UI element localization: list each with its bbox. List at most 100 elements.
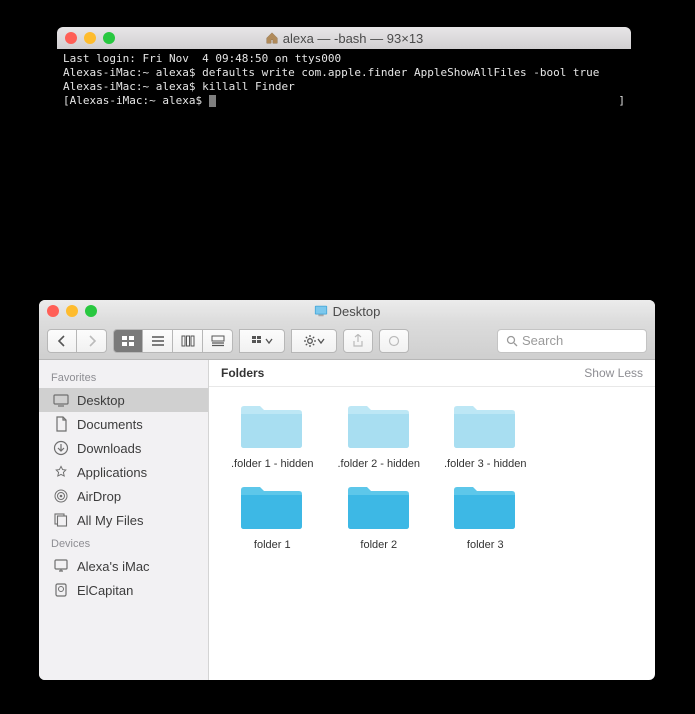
traffic-lights	[65, 32, 115, 44]
action-segment	[291, 329, 337, 353]
folder-icon	[450, 480, 520, 535]
finder-window: Desktop Search Favorites	[39, 300, 655, 680]
sidebar-item-desktop[interactable]: Desktop	[39, 388, 208, 412]
tags-button[interactable]	[379, 329, 409, 353]
sidebar-item-label: Downloads	[77, 441, 141, 456]
content-area: Folders Show Less .folder 1 - hidden .fo…	[209, 360, 655, 680]
coverflow-view-button[interactable]	[203, 329, 233, 353]
home-icon	[265, 31, 279, 45]
columns-icon	[181, 335, 195, 347]
finder-title: Desktop	[39, 304, 655, 319]
arrange-button[interactable]	[239, 329, 285, 353]
view-segment	[113, 329, 233, 353]
document-icon	[53, 416, 69, 432]
tag-icon	[387, 335, 401, 347]
search-placeholder: Search	[522, 333, 563, 348]
sidebar-item-label: AirDrop	[77, 489, 121, 504]
show-less-button[interactable]: Show Less	[584, 366, 643, 380]
sidebar-item-disk[interactable]: ElCapitan	[39, 578, 208, 602]
search-icon	[506, 335, 518, 347]
terminal-line: Alexas-iMac:~ alexa$ defaults write com.…	[63, 66, 625, 80]
sidebar-item-label: Applications	[77, 465, 147, 480]
traffic-lights	[47, 305, 97, 317]
sidebar-item-label: Desktop	[77, 393, 125, 408]
terminal-line: [Alexas-iMac:~ alexa$ ]	[63, 94, 625, 108]
arrange-segment	[239, 329, 285, 353]
allfiles-icon	[53, 512, 69, 528]
sidebar-item-label: All My Files	[77, 513, 143, 528]
folder-name: folder 2	[360, 539, 397, 551]
folder-item[interactable]: .folder 1 - hidden	[219, 399, 326, 470]
sidebar-item-applications[interactable]: Applications	[39, 460, 208, 484]
sidebar-item-airdrop[interactable]: AirDrop	[39, 484, 208, 508]
grid-icon	[121, 335, 135, 347]
folder-name: .folder 1 - hidden	[231, 458, 314, 470]
finder-toolbar: Search	[39, 322, 655, 360]
cursor	[209, 95, 216, 107]
share-button[interactable]	[343, 329, 373, 353]
desktop-icon	[314, 304, 328, 318]
close-button[interactable]	[47, 305, 59, 317]
sidebar-item-label: ElCapitan	[77, 583, 133, 598]
share-icon	[352, 334, 364, 348]
search-field[interactable]: Search	[497, 329, 647, 353]
disk-icon	[53, 582, 69, 598]
folder-icon	[237, 480, 307, 535]
airdrop-icon	[53, 488, 69, 504]
download-icon	[53, 440, 69, 456]
folder-item[interactable]: .folder 3 - hidden	[432, 399, 539, 470]
list-view-button[interactable]	[143, 329, 173, 353]
chevron-right-icon	[87, 335, 97, 347]
sidebar-item-documents[interactable]: Documents	[39, 412, 208, 436]
chevron-down-icon	[317, 335, 325, 347]
folder-name: folder 1	[254, 539, 291, 551]
group-label: Folders	[221, 366, 264, 380]
chevron-left-icon	[57, 335, 67, 347]
close-button[interactable]	[65, 32, 77, 44]
folder-item[interactable]: .folder 2 - hidden	[326, 399, 433, 470]
terminal-titlebar: alexa — -bash — 93×13	[57, 27, 631, 49]
minimize-button[interactable]	[66, 305, 78, 317]
icon-view-button[interactable]	[113, 329, 143, 353]
zoom-button[interactable]	[103, 32, 115, 44]
folder-grid[interactable]: .folder 1 - hidden .folder 2 - hidden .f…	[209, 387, 655, 680]
action-button[interactable]	[291, 329, 337, 353]
column-view-button[interactable]	[173, 329, 203, 353]
sidebar-item-label: Alexa's iMac	[77, 559, 150, 574]
terminal-line: Last login: Fri Nov 4 09:48:50 on ttys00…	[63, 52, 625, 66]
terminal-window: alexa — -bash — 93×13 Last login: Fri No…	[57, 27, 631, 273]
applications-icon	[53, 464, 69, 480]
sidebar: Favorites Desktop Documents Downloads Ap…	[39, 360, 209, 680]
chevron-down-icon	[265, 335, 273, 347]
folder-name: folder 3	[467, 539, 504, 551]
imac-icon	[53, 558, 69, 574]
zoom-button[interactable]	[85, 305, 97, 317]
sidebar-header-devices: Devices	[39, 532, 208, 554]
desktop-icon	[53, 392, 69, 408]
terminal-body[interactable]: Last login: Fri Nov 4 09:48:50 on ttys00…	[57, 49, 631, 111]
terminal-line: Alexas-iMac:~ alexa$ killall Finder	[63, 80, 625, 94]
terminal-title: alexa — -bash — 93×13	[57, 31, 631, 46]
sidebar-header-favorites: Favorites	[39, 366, 208, 388]
group-header: Folders Show Less	[209, 360, 655, 387]
arrange-icon	[251, 335, 265, 347]
folder-item[interactable]: folder 3	[432, 480, 539, 551]
sidebar-item-label: Documents	[77, 417, 143, 432]
folder-item[interactable]: folder 2	[326, 480, 433, 551]
sidebar-item-downloads[interactable]: Downloads	[39, 436, 208, 460]
sidebar-item-allfiles[interactable]: All My Files	[39, 508, 208, 532]
finder-body: Favorites Desktop Documents Downloads Ap…	[39, 360, 655, 680]
list-icon	[151, 335, 165, 347]
back-button[interactable]	[47, 329, 77, 353]
folder-icon	[344, 399, 414, 454]
folder-name: .folder 2 - hidden	[337, 458, 420, 470]
nav-segment	[47, 329, 107, 353]
minimize-button[interactable]	[84, 32, 96, 44]
folder-icon	[450, 399, 520, 454]
folder-icon	[344, 480, 414, 535]
folder-name: .folder 3 - hidden	[444, 458, 527, 470]
gear-icon	[303, 334, 317, 348]
sidebar-item-imac[interactable]: Alexa's iMac	[39, 554, 208, 578]
forward-button[interactable]	[77, 329, 107, 353]
folder-item[interactable]: folder 1	[219, 480, 326, 551]
